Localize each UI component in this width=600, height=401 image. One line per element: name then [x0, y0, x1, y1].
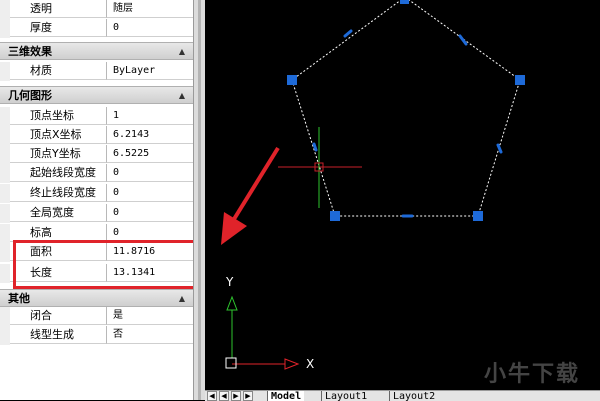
pointer-arrow — [221, 146, 280, 245]
property-value[interactable]: 随层 — [107, 0, 193, 18]
pentagon-polyline[interactable] — [291, 0, 521, 217]
property-label: 闭合 — [10, 307, 107, 325]
watermark: 小牛下载 — [483, 362, 580, 387]
section-header-geometry[interactable]: 几何图形 ▲ — [0, 86, 193, 104]
area-length-highlight-box — [13, 240, 202, 289]
property-row-material[interactable]: 材质 ByLayer — [0, 62, 193, 81]
property-label: 全局宽度 — [10, 204, 107, 222]
drawing-canvas[interactable]: X Y — [205, 0, 600, 390]
property-label: 透明 — [10, 0, 107, 18]
property-label: 厚度 — [10, 19, 107, 37]
property-row-start-width[interactable]: 起始线段宽度 0 — [0, 164, 193, 183]
property-value[interactable]: 0 — [107, 164, 193, 182]
property-row-closed[interactable]: 闭合 是 — [0, 307, 193, 326]
property-label: 顶点X坐标 — [10, 126, 107, 144]
ucs-icon — [225, 295, 300, 370]
vertex-grips[interactable] — [287, 0, 525, 221]
section-header-3d-effects[interactable]: 三维效果 ▲ — [0, 42, 193, 60]
collapse-icon[interactable]: ▲ — [179, 88, 185, 103]
ucs-y-label: Y — [225, 275, 234, 289]
property-row-vertex[interactable]: 顶点坐标 1 — [0, 107, 193, 126]
property-label: 顶点Y坐标 — [10, 145, 107, 163]
midpoint-grips[interactable] — [312, 29, 503, 218]
layout-tab-bar: ◀ ◀ ▶ ▶ Model Layout1 Layout2 — [205, 390, 600, 401]
property-row-end-width[interactable]: 终止线段宽度 0 — [0, 184, 193, 203]
property-value[interactable]: 否 — [107, 326, 193, 344]
collapse-icon[interactable]: ▲ — [179, 44, 185, 59]
property-row-vertex-y[interactable]: 顶点Y坐标 6.5225 — [0, 145, 193, 164]
property-row-vertex-x[interactable]: 顶点X坐标 6.2143 — [0, 126, 193, 145]
property-row-transparency[interactable]: 透明 随层 — [0, 0, 193, 19]
property-label: 终止线段宽度 — [10, 184, 107, 202]
property-label: 线型生成 — [10, 326, 107, 344]
crosshair-cursor — [278, 127, 362, 208]
collapse-icon[interactable]: ▲ — [179, 291, 185, 306]
section-title: 三维效果 — [8, 45, 52, 58]
property-row-thickness[interactable]: 厚度 0 — [0, 19, 193, 38]
property-label: 材质 — [10, 62, 107, 80]
properties-panel: 透明 随层 厚度 0 三维效果 ▲ 材质 ByLayer 几何图形 ▲ 顶点坐标… — [0, 0, 193, 400]
property-row-global-width[interactable]: 全局宽度 0 — [0, 204, 193, 223]
panel-splitter[interactable] — [193, 0, 205, 400]
property-label: 起始线段宽度 — [10, 164, 107, 182]
property-value[interactable]: 6.5225 — [107, 145, 193, 163]
ucs-x-label: X — [306, 357, 314, 371]
property-value[interactable]: 0 — [107, 19, 193, 37]
section-title: 其他 — [8, 292, 30, 305]
property-value[interactable]: ByLayer — [107, 62, 193, 80]
property-value[interactable]: 0 — [107, 204, 193, 222]
property-value[interactable]: 6.2143 — [107, 126, 193, 144]
property-label: 顶点坐标 — [10, 107, 107, 125]
section-title: 几何图形 — [8, 89, 52, 102]
property-value[interactable]: 1 — [107, 107, 193, 125]
property-value[interactable]: 是 — [107, 307, 193, 325]
property-row-linetype-generation[interactable]: 线型生成 否 — [0, 326, 193, 345]
section-header-other[interactable]: 其他 ▲ — [0, 289, 193, 307]
property-value[interactable]: 0 — [107, 184, 193, 202]
